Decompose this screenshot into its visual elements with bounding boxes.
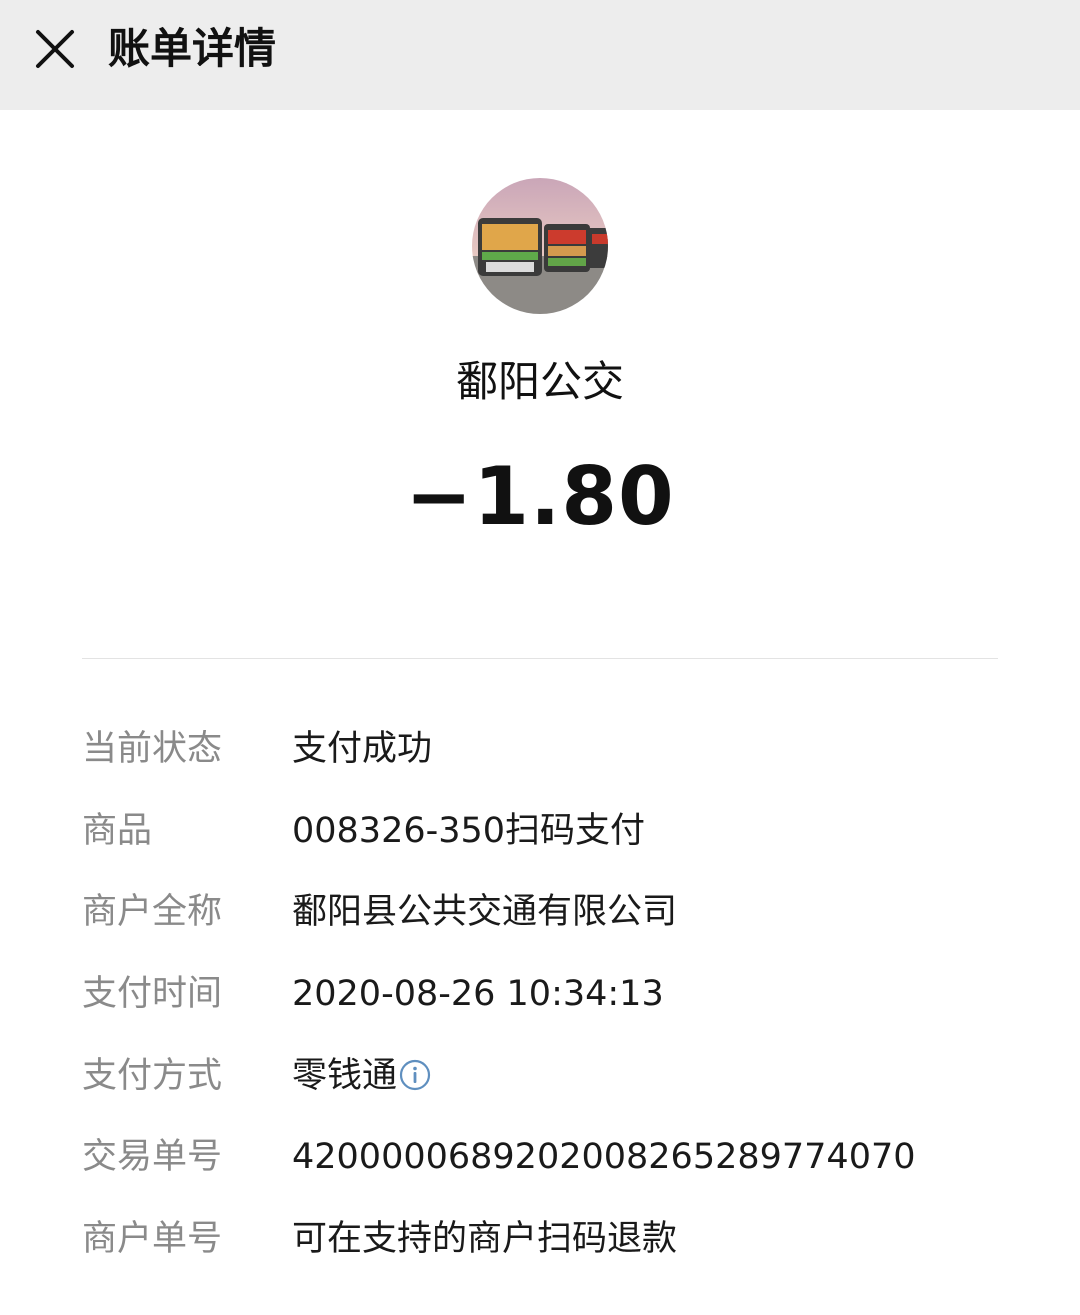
detail-row-pay-time: 支付时间 2020-08-26 10:34:13 [82,966,1032,1022]
detail-label: 交易单号 [82,1137,223,1177]
pay-method-text: 零钱通 [292,1056,398,1096]
detail-value: 支付成功 [292,729,433,769]
detail-value: 鄱阳县公共交通有限公司 [292,892,678,932]
page-title: 账单详情 [108,24,277,73]
merchant-avatar [472,178,608,314]
close-button[interactable] [26,20,84,78]
detail-row-product: 商品 008326-350扫码支付 [82,803,1032,859]
detail-value: 可在支持的商户扫码退款 [292,1219,678,1259]
info-icon[interactable] [399,1059,431,1091]
detail-value: 2020-08-26 10:34:13 [292,974,664,1014]
detail-row-merchant-fullname: 商户全称 鄱阳县公共交通有限公司 [82,884,1032,940]
detail-row-pay-method: 支付方式 零钱通 [82,1048,1032,1104]
close-icon [36,30,74,68]
detail-label: 当前状态 [82,729,223,769]
detail-value: 4200000689202008265289774070 [292,1137,916,1177]
detail-label: 商品 [82,811,153,851]
detail-label: 商户单号 [82,1219,223,1259]
detail-label: 支付方式 [82,1056,223,1096]
divider [82,658,998,659]
merchant-name: 鄱阳公交 [455,357,624,406]
detail-value: 008326-350扫码支付 [292,811,646,851]
detail-row-status: 当前状态 支付成功 [82,721,1032,777]
detail-label: 支付时间 [82,974,223,1014]
detail-value-with-icon: 零钱通 [292,1048,431,1104]
detail-row-merchant-order-no: 商户单号 可在支持的商户扫码退款 [82,1211,1032,1267]
top-bar: 账单详情 [0,0,1080,110]
payment-amount: −1.80 [405,450,675,543]
detail-row-transaction-no: 交易单号 4200000689202008265289774070 [82,1129,1032,1185]
detail-label: 商户全称 [82,892,223,932]
